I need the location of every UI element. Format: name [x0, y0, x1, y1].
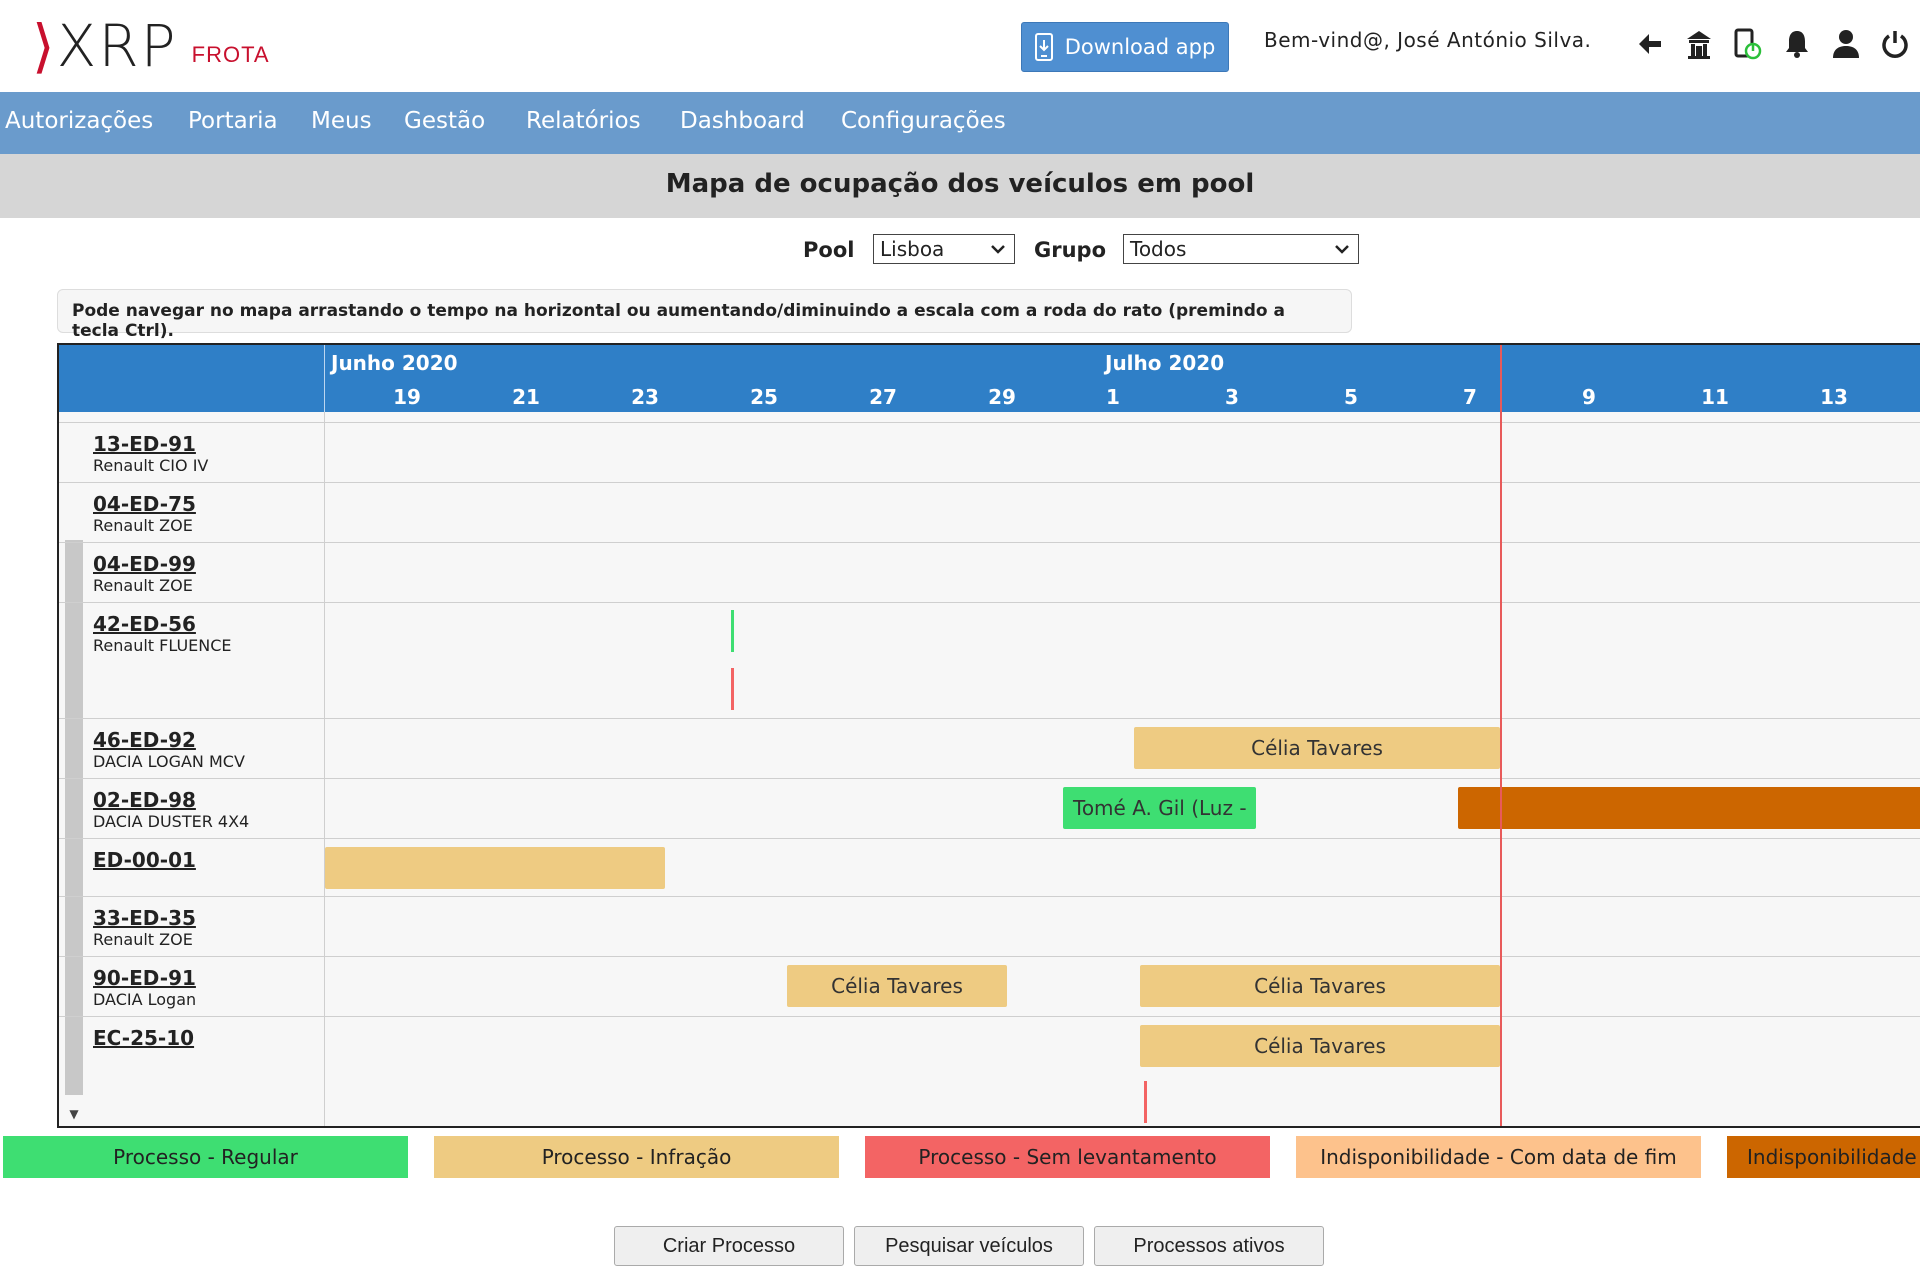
day-label: 9: [1582, 385, 1596, 409]
group-label: Grupo: [1034, 238, 1107, 262]
vehicle-model: Renault ZOE: [93, 930, 193, 949]
vehicle-plate-link[interactable]: 42-ED-56: [93, 612, 196, 636]
welcome-text: Bem-vind@, José António Silva.: [1264, 28, 1592, 52]
header: ⟩XRP FROTA Download app Bem-vind@, José …: [0, 0, 1920, 92]
nav-item-dashboard[interactable]: Dashboard: [680, 108, 805, 134]
nav-item-relatorios[interactable]: Relatórios: [526, 108, 641, 134]
booking-bar[interactable]: Célia Tavares: [1140, 965, 1500, 1007]
search-vehicles-button[interactable]: Pesquisar veículos: [854, 1226, 1084, 1266]
vehicle-plate-link[interactable]: 02-ED-98: [93, 788, 196, 812]
booking-bar[interactable]: Célia Tavares: [1140, 1025, 1500, 1067]
month-label: Junho 2020: [331, 351, 458, 375]
vehicle-row: 04-ED-99 Renault ZOE: [59, 542, 1920, 603]
vehicle-row: 04-ED-75 Renault ZOE: [59, 482, 1920, 543]
title-bar: Mapa de ocupação dos veículos em pool: [0, 154, 1920, 218]
vehicle-row: 42-ED-56 Renault FLUENCE: [59, 602, 1920, 719]
mobile-download-icon: [1034, 33, 1053, 61]
day-label: 29: [988, 385, 1016, 409]
vehicle-plate-link[interactable]: ED-00-01: [93, 848, 196, 872]
active-processes-button[interactable]: Processos ativos: [1094, 1226, 1324, 1266]
create-process-button[interactable]: Criar Processo: [614, 1226, 844, 1266]
process-regular-tick[interactable]: [731, 610, 734, 652]
group-select-value: Todos: [1130, 237, 1187, 261]
nav-item-gestao[interactable]: Gestão: [404, 108, 485, 134]
device-power-icon[interactable]: [1732, 22, 1764, 66]
vehicle-row: 46-ED-92 DACIA LOGAN MCV: [59, 718, 1920, 779]
logo-subtitle: FROTA: [191, 42, 270, 67]
process-no-pickup-tick[interactable]: [1144, 1081, 1147, 1123]
logo-mark: ⟩XRP: [32, 12, 178, 80]
day-label: 3: [1225, 385, 1239, 409]
today-marker: [1500, 345, 1502, 1126]
main-nav: Autorizações Portaria Meus Gestão Relató…: [0, 92, 1920, 154]
logo-text: XRP: [56, 12, 178, 80]
vehicle-model: Renault ZOE: [93, 576, 193, 595]
vehicle-model: DACIA Logan: [93, 990, 197, 1009]
timeline-header: Junho 2020 Julho 2020 19 21 23 25 27 29 …: [59, 345, 1920, 412]
vehicle-plate-link[interactable]: 46-ED-92: [93, 728, 196, 752]
home-icon[interactable]: [1683, 22, 1715, 66]
back-arrow-icon[interactable]: [1634, 22, 1666, 66]
page-title: Mapa de ocupação dos veículos em pool: [665, 169, 1255, 199]
occupancy-map[interactable]: Junho 2020 Julho 2020 19 21 23 25 27 29 …: [57, 343, 1920, 1128]
booking-bar[interactable]: [325, 847, 665, 889]
pool-select[interactable]: Lisboa: [873, 234, 1015, 264]
nav-item-configuracoes[interactable]: Configurações: [841, 108, 1006, 134]
day-label: 1: [1106, 385, 1120, 409]
bell-icon[interactable]: [1781, 22, 1813, 66]
month-label: Julho 2020: [1105, 351, 1225, 375]
vehicle-model: DACIA LOGAN MCV: [93, 752, 245, 771]
day-label: 11: [1701, 385, 1729, 409]
booking-bar[interactable]: Tomé A. Gil (Luz -: [1063, 787, 1256, 829]
nav-item-meus[interactable]: Meus: [311, 108, 372, 134]
vehicle-row: EC-25-10: [59, 1016, 1920, 1126]
user-icon[interactable]: [1830, 22, 1862, 66]
filters: Pool Lisboa Grupo Todos: [0, 234, 1920, 266]
day-label: 25: [750, 385, 778, 409]
vehicle-row: 13-ED-91 Renault CIO IV: [59, 422, 1920, 483]
chevron-down-icon: [991, 245, 1005, 254]
download-app-label: Download app: [1064, 35, 1216, 59]
day-label: 13: [1820, 385, 1848, 409]
booking-bar[interactable]: Célia Tavares: [1134, 727, 1500, 769]
chevron-down-icon: [1335, 245, 1349, 254]
day-label: 23: [631, 385, 659, 409]
logo[interactable]: ⟩XRP FROTA: [32, 12, 270, 80]
group-select[interactable]: Todos: [1123, 234, 1359, 264]
legend-unavailability: Indisponibilidade: [1727, 1136, 1920, 1178]
vehicle-row: 33-ED-35 Renault ZOE: [59, 896, 1920, 957]
vehicle-plate-link[interactable]: EC-25-10: [93, 1026, 194, 1050]
legend-process-no-pickup: Processo - Sem levantamento: [865, 1136, 1270, 1178]
legend-process-regular: Processo - Regular: [3, 1136, 408, 1178]
unavailability-bar[interactable]: [1458, 787, 1920, 829]
vehicle-plate-link[interactable]: 90-ED-91: [93, 966, 196, 990]
day-label: 5: [1344, 385, 1358, 409]
day-label: 27: [869, 385, 897, 409]
vehicle-plate-link[interactable]: 13-ED-91: [93, 432, 196, 456]
vehicle-plate-link[interactable]: 04-ED-99: [93, 552, 196, 576]
nav-item-portaria[interactable]: Portaria: [188, 108, 278, 134]
nav-item-autorizacoes[interactable]: Autorizações: [5, 108, 153, 134]
legend-unavailability-end-date: Indisponibilidade - Com data de fim: [1296, 1136, 1701, 1178]
day-label: 19: [393, 385, 421, 409]
booking-bar[interactable]: Célia Tavares: [787, 965, 1007, 1007]
day-label: 7: [1463, 385, 1477, 409]
vehicle-model: Renault CIO IV: [93, 456, 209, 475]
vehicle-plate-link[interactable]: 04-ED-75: [93, 492, 196, 516]
process-no-pickup-tick[interactable]: [731, 668, 734, 710]
navigation-hint: Pode navegar no mapa arrastando o tempo …: [57, 289, 1352, 341]
day-label: 21: [512, 385, 540, 409]
pool-label: Pool: [803, 238, 855, 262]
vehicle-model: DACIA DUSTER 4X4: [93, 812, 250, 831]
pool-select-value: Lisboa: [880, 237, 945, 261]
vehicle-model: Renault FLUENCE: [93, 636, 232, 655]
vehicle-model: Renault ZOE: [93, 516, 193, 535]
legend-process-infraction: Processo - Infração: [434, 1136, 839, 1178]
download-app-button[interactable]: Download app: [1021, 22, 1229, 72]
power-icon[interactable]: [1879, 22, 1911, 66]
vehicle-plate-link[interactable]: 33-ED-35: [93, 906, 196, 930]
